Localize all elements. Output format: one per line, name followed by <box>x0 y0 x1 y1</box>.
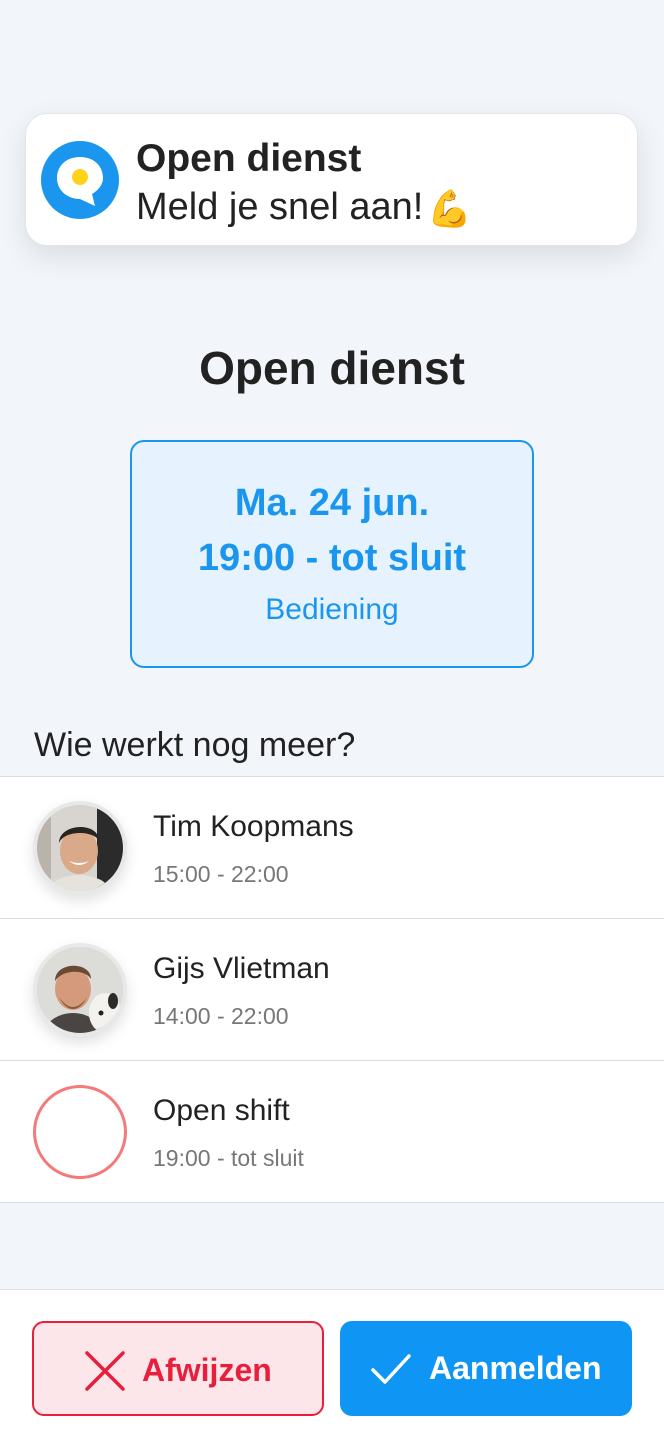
shift-card: Ma. 24 jun. 19:00 - tot sluit Bediening <box>130 440 534 668</box>
shift-date: Ma. 24 jun. <box>234 482 430 524</box>
page-title: Open dienst <box>199 342 465 394</box>
speech-bubble-logo-icon <box>41 141 119 219</box>
list-item[interactable]: Open shift 19:00 - tot sluit <box>0 1061 664 1203</box>
colleague-name: Gijs Vlietman <box>153 952 330 985</box>
list-item[interactable]: Tim Koopmans 15:00 - 22:00 <box>0 777 664 919</box>
reject-button[interactable]: Afwijzen <box>32 1321 324 1416</box>
push-notification[interactable]: Open dienst Meld je snel aan! 💪 <box>25 113 638 246</box>
avatar <box>33 943 127 1037</box>
notification-message: Meld je snel aan! <box>136 186 424 228</box>
flexed-biceps-icon: 💪 <box>427 188 473 229</box>
open-slot-avatar <box>33 1085 127 1179</box>
checkmark-icon <box>371 1354 411 1384</box>
colleague-list: Tim Koopmans 15:00 - 22:00 Gijs Vlietman… <box>0 776 664 1203</box>
colleague-time: 15:00 - 22:00 <box>153 861 289 887</box>
colleague-name: Open shift <box>153 1094 290 1127</box>
avatar <box>33 801 127 895</box>
notification-message-line: Meld je snel aan! 💪 <box>136 184 472 232</box>
shift-time: 19:00 - tot sluit <box>197 537 467 579</box>
close-x-icon <box>85 1351 125 1391</box>
person-photo-icon <box>37 805 123 891</box>
person-with-dog-photo-icon <box>37 947 123 1033</box>
accept-button-label: Aanmelden <box>429 1350 602 1386</box>
colleague-time: 14:00 - 22:00 <box>153 1003 289 1029</box>
list-item[interactable]: Gijs Vlietman 14:00 - 22:00 <box>0 919 664 1061</box>
colleague-name: Tim Koopmans <box>153 810 354 843</box>
colleagues-heading: Wie werkt nog meer? <box>34 726 356 764</box>
colleague-time: 19:00 - tot sluit <box>153 1145 304 1171</box>
shift-role: Bediening <box>265 593 399 626</box>
accept-button[interactable]: Aanmelden <box>340 1321 632 1416</box>
bottom-action-bar: Afwijzen Aanmelden <box>0 1289 664 1449</box>
reject-button-label: Afwijzen <box>142 1352 272 1388</box>
notification-title: Open dienst <box>136 137 362 180</box>
